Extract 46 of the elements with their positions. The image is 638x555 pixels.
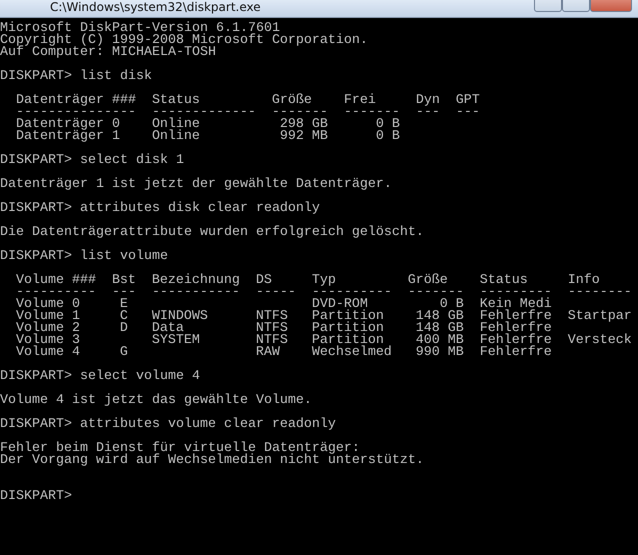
console-line: Volume 4 ist jetzt das gewählte Volume. — [0, 393, 312, 408]
table-cell: Startpar — [568, 309, 632, 324]
window-title: C:\Windows\system32\diskpart.exe — [50, 0, 261, 14]
column-header: Größe — [408, 273, 448, 288]
table-cell: Online — [152, 129, 200, 144]
table-cell: Versteck — [568, 333, 632, 348]
console-line: DISKPART> select volume 4 — [0, 369, 200, 384]
column-header: Dyn — [416, 93, 440, 108]
table-cell: 0 B — [376, 129, 400, 144]
console-line: Die Datenträgerattribute wurden erfolgreich gelöscht. — [0, 225, 424, 240]
table-cell: Fehlerfre — [480, 345, 552, 360]
column-header: Datenträger ### — [16, 93, 136, 108]
column-header: Frei — [344, 93, 376, 108]
console-line: DISKPART> attributes volume clear readonly — [0, 417, 336, 432]
table-cell: RAW — [256, 345, 280, 360]
console-line: DISKPART> select disk 1 — [0, 153, 184, 168]
console-line: Der Vorgang wird auf Wechselmedien nicht unterstützt. — [0, 453, 424, 468]
header-rule: --- — [416, 105, 440, 120]
header-rule: -------- — [568, 285, 632, 300]
table-cell: 990 MB — [416, 345, 464, 360]
column-header: Bst — [112, 273, 136, 288]
console-line: Auf Computer: MICHAELA-TOSH — [0, 45, 216, 60]
table-cell: D — [120, 321, 128, 336]
column-header: Volume ### — [16, 273, 96, 288]
column-header: DS — [256, 273, 272, 288]
console-line: DISKPART> list volume — [0, 249, 168, 264]
console-line: DISKPART> attributes disk clear readonly — [0, 201, 320, 216]
column-header: Status — [152, 93, 200, 108]
column-header: GPT — [456, 93, 480, 108]
table-cell: Volume 4 — [16, 345, 80, 360]
column-header: Größe — [272, 93, 312, 108]
console-line: DISKPART> list disk — [0, 69, 152, 84]
console-line: Datenträger 1 ist jetzt der gewählte Datenträger. — [0, 177, 392, 192]
column-header: Typ — [312, 273, 336, 288]
table-cell: 992 MB — [280, 129, 328, 144]
table-cell: G — [120, 345, 128, 360]
header-rule: ----------- — [152, 285, 240, 300]
console-line: DISKPART> — [0, 489, 72, 504]
table-cell: Datenträger 1 — [16, 129, 120, 144]
table-cell: Wechselmed — [312, 345, 392, 360]
column-header: Status — [480, 273, 528, 288]
table-cell: SYSTEM — [152, 333, 200, 348]
header-rule: --- — [456, 105, 480, 120]
column-header: Bezeichnung — [152, 273, 240, 288]
column-header: Info — [568, 273, 600, 288]
header-rule: ----- — [256, 285, 296, 300]
